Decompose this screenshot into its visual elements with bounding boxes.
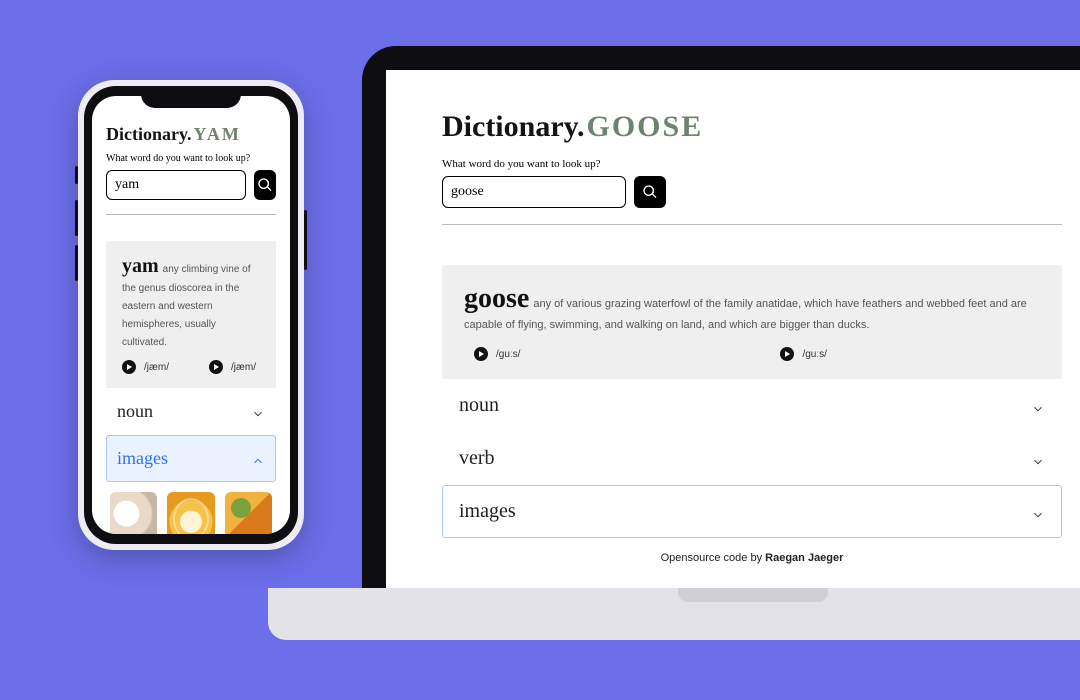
phone-device: Dictionary.YAM What word do you want to …	[78, 80, 304, 550]
definition-card: goose any of various grazing waterfowl o…	[442, 265, 1062, 379]
search-row	[442, 176, 1062, 208]
definition-word: goose	[464, 283, 529, 314]
search-icon	[642, 184, 658, 200]
phone-frame: Dictionary.YAM What word do you want to …	[84, 86, 298, 544]
divider	[106, 214, 276, 215]
search-input[interactable]	[106, 170, 246, 200]
brand-word: YAM	[194, 124, 241, 145]
play-icon	[209, 360, 223, 374]
pronunciation-text: /guːs/	[496, 349, 520, 360]
pronunciation-row: /jæm/ /jæm/	[122, 360, 260, 374]
chevron-down-icon	[1031, 505, 1045, 519]
section-images[interactable]: images	[442, 485, 1062, 538]
definition-text: any of various grazing waterfowl of the …	[464, 298, 1027, 331]
play-icon	[780, 347, 794, 361]
search-prompt: What word do you want to look up?	[106, 153, 276, 164]
section-verb[interactable]: verb	[442, 432, 1062, 485]
brand-main: Dictionary.	[106, 124, 192, 145]
brand-word: GOOSE	[587, 110, 704, 144]
play-icon	[122, 360, 136, 374]
footer-prefix: Opensource code by	[661, 552, 766, 564]
image-thumbnail[interactable]	[167, 492, 214, 534]
phone-side-button	[304, 210, 307, 270]
section-label: images	[117, 448, 168, 469]
brand-main: Dictionary.	[442, 110, 585, 144]
search-icon	[257, 177, 273, 193]
image-thumbnail[interactable]	[110, 492, 157, 534]
section-noun[interactable]: noun	[106, 388, 276, 435]
chevron-down-icon	[1031, 452, 1045, 466]
pronunciation-text: /jæm/	[231, 362, 256, 373]
search-button[interactable]	[254, 170, 276, 200]
pronunciation-row: /guːs/ /guːs/	[464, 347, 1040, 361]
pronunciation-item[interactable]: /guːs/	[474, 347, 520, 361]
section-images[interactable]: images	[106, 435, 276, 482]
chevron-down-icon	[1031, 399, 1045, 413]
divider	[442, 224, 1062, 225]
search-row	[106, 170, 276, 200]
definition-card: yam any climbing vine of the genus diosc…	[106, 241, 276, 388]
laptop-lid: Dictionary.GOOSE What word do you want t…	[362, 46, 1080, 590]
pronunciation-item[interactable]: /jæm/	[209, 360, 256, 374]
laptop-device: Dictionary.GOOSE What word do you want t…	[362, 46, 1080, 590]
laptop-base	[268, 588, 1080, 640]
pronunciation-item[interactable]: /jæm/	[122, 360, 169, 374]
search-button[interactable]	[634, 176, 666, 208]
section-label: noun	[459, 394, 499, 417]
search-prompt: What word do you want to look up?	[442, 158, 1062, 170]
images-row	[106, 492, 276, 534]
app-brand: Dictionary.YAM	[106, 124, 276, 145]
section-noun[interactable]: noun	[442, 379, 1062, 432]
search-input[interactable]	[442, 176, 626, 208]
definition-word: yam	[122, 255, 159, 277]
app-brand: Dictionary.GOOSE	[442, 110, 1062, 144]
pronunciation-text: /guːs/	[802, 349, 826, 360]
play-icon	[474, 347, 488, 361]
image-thumbnail[interactable]	[225, 492, 272, 534]
section-label: images	[459, 500, 516, 523]
chevron-up-icon	[251, 452, 265, 466]
phone-notch	[141, 86, 241, 108]
pronunciation-text: /jæm/	[144, 362, 169, 373]
laptop-screen: Dictionary.GOOSE What word do you want t…	[386, 70, 1080, 590]
phone-side-button	[75, 166, 78, 184]
section-label: noun	[117, 401, 153, 422]
phone-screen: Dictionary.YAM What word do you want to …	[92, 96, 290, 534]
section-label: verb	[459, 447, 495, 470]
footer-credit: Opensource code by Raegan Jaeger	[442, 552, 1062, 564]
pronunciation-item[interactable]: /guːs/	[780, 347, 826, 361]
chevron-down-icon	[251, 405, 265, 419]
footer-author: Raegan Jaeger	[765, 552, 843, 564]
